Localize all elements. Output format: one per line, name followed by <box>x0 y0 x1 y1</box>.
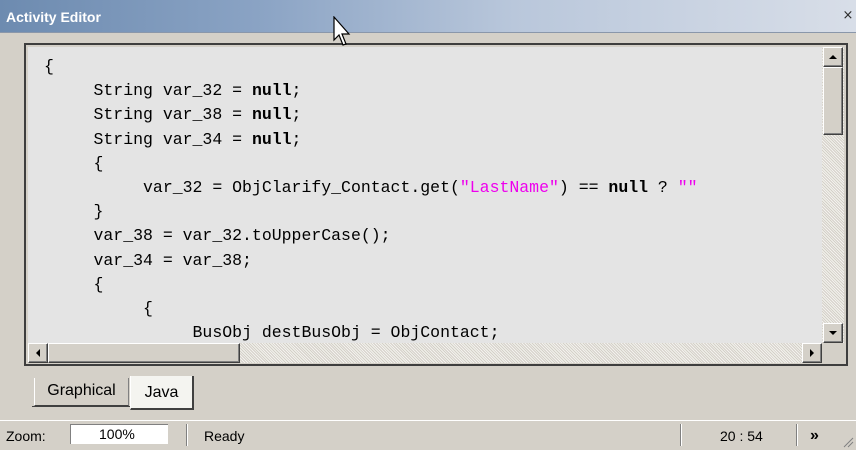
code-line: { <box>44 152 104 176</box>
code-line: BusObj destBusObj = ObjContact; <box>44 321 500 343</box>
arrow-right-icon <box>810 349 814 357</box>
code-line: { <box>44 297 153 321</box>
code-text: ) == <box>558 178 609 197</box>
arrow-up-icon <box>829 55 837 59</box>
cursor-position: 20 : 54 <box>720 428 763 444</box>
tab-java[interactable]: Java <box>130 376 194 410</box>
code-text: } <box>44 202 104 222</box>
resize-grip-icon[interactable] <box>842 436 854 448</box>
vertical-scrollbar[interactable] <box>822 47 844 343</box>
title-bar[interactable]: Activity Editor × <box>0 0 856 33</box>
code-keyword: null <box>608 178 649 197</box>
scroll-up-button[interactable] <box>823 47 843 67</box>
horizontal-scrollbar[interactable] <box>28 343 822 363</box>
code-keyword: null <box>251 129 292 149</box>
scroll-left-button[interactable] <box>28 343 48 363</box>
scroll-right-button[interactable] <box>802 343 822 363</box>
code-text: String var_38 = <box>44 105 252 125</box>
tab-graphical[interactable]: Graphical <box>34 378 129 406</box>
code-text: String var_34 = <box>44 129 252 149</box>
code-text: BusObj destBusObj = ObjContact; <box>44 323 500 343</box>
code-text: ; <box>291 105 302 125</box>
code-text: var_34 = var_38; <box>44 250 252 270</box>
status-text: Ready <box>204 428 245 444</box>
arrow-left-icon <box>36 349 40 357</box>
code-text: ? <box>648 178 678 197</box>
code-text: ; <box>291 129 302 149</box>
mouse-pointer-icon <box>333 16 351 46</box>
code-line: String var_32 = null; <box>44 79 302 103</box>
code-line: String var_34 = null; <box>44 128 302 152</box>
code-keyword: null <box>251 105 292 125</box>
code-text: { <box>44 153 104 173</box>
code-line: { <box>44 55 54 79</box>
status-separator <box>186 424 188 446</box>
vertical-scroll-thumb[interactable] <box>823 67 843 135</box>
code-text: { <box>44 57 54 76</box>
code-line: var_32 = ObjClarify_Contact.get("LastNam… <box>44 176 698 200</box>
code-editor-frame: { String var_32 = null; String var_38 = … <box>24 43 848 366</box>
code-text: var_32 = ObjClarify_Contact.get( <box>44 178 460 197</box>
status-bar: Zoom: 100% Ready 20 : 54 » <box>0 420 856 450</box>
zoom-label: Zoom: <box>6 428 46 444</box>
code-editor[interactable]: { String var_32 = null; String var_38 = … <box>28 47 822 343</box>
code-line: } <box>44 200 104 224</box>
scrollbar-corner <box>822 343 844 363</box>
code-text: { <box>44 299 153 318</box>
close-icon[interactable]: × <box>842 9 854 23</box>
scroll-down-button[interactable] <box>823 323 843 343</box>
more-icon[interactable]: » <box>810 427 819 445</box>
arrow-down-icon <box>829 331 837 335</box>
code-line: { <box>44 273 104 297</box>
code-line: var_34 = var_38; <box>44 249 252 273</box>
code-text: ; <box>291 81 302 101</box>
code-string: "LastName" <box>459 178 559 197</box>
code-keyword: null <box>251 81 292 101</box>
code-text: { <box>44 274 104 294</box>
code-string: "" <box>677 178 698 197</box>
zoom-field[interactable]: 100% <box>70 424 168 444</box>
horizontal-scroll-thumb[interactable] <box>48 343 240 363</box>
code-text: var_38 = var_32.toUpperCase(); <box>44 226 391 246</box>
status-separator <box>680 424 682 446</box>
code-line: var_38 = var_32.toUpperCase(); <box>44 224 391 248</box>
status-separator <box>796 424 798 446</box>
window-title: Activity Editor <box>6 9 101 25</box>
code-line: String var_38 = null; <box>44 103 302 127</box>
code-text: String var_32 = <box>44 81 252 101</box>
